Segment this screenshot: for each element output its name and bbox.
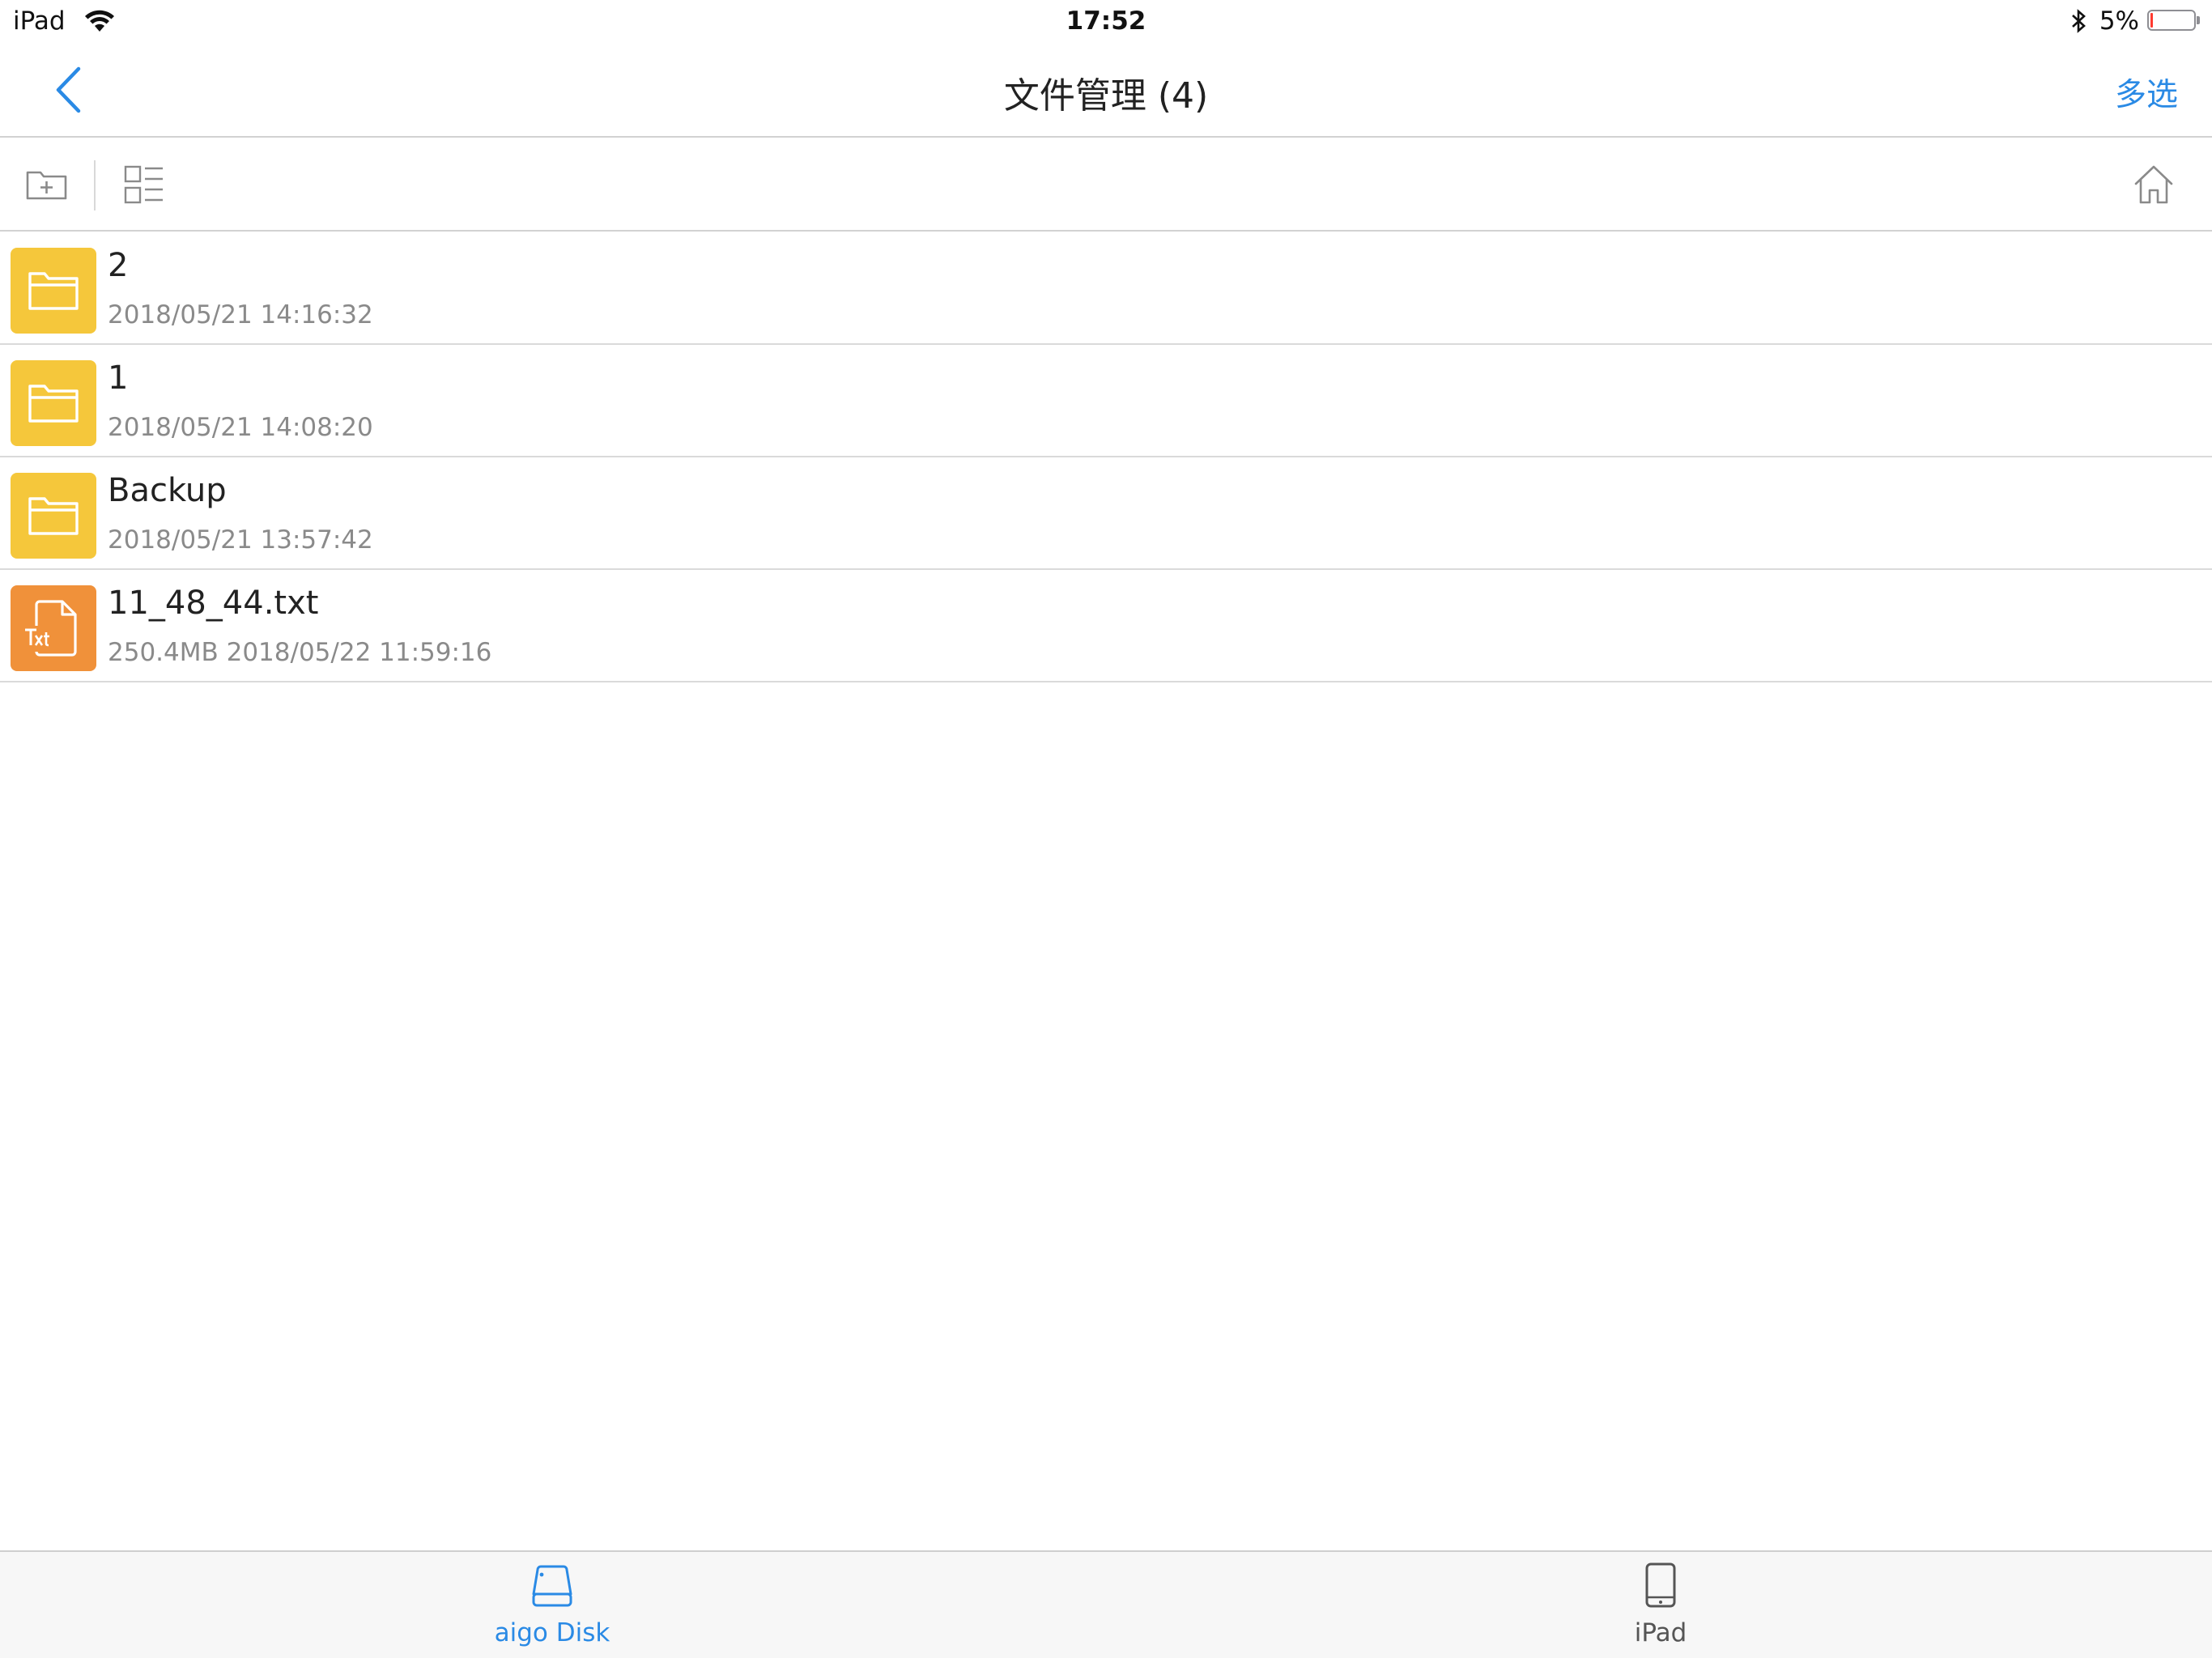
battery-icon [2147,10,2201,32]
folder-icon [11,248,96,334]
file-name: Backup [108,472,227,509]
file-row-2[interactable]: 2 2018/05/21 14:16:32 [0,232,2212,345]
home-button[interactable] [2131,162,2176,207]
file-meta: 2018/05/21 14:16:32 [108,300,373,329]
folder-icon [11,473,96,559]
tablet-icon [1645,1562,1676,1608]
nav-bar: 文件管理 (4) 多选 [0,44,2212,138]
toolbar [0,138,2212,232]
file-manager-screen: iPad 17:52 5% 文件管理 (4) 多选 2 2018/05/21 1… [0,0,2212,1658]
file-name: 1 [108,359,129,397]
multi-select-button[interactable]: 多选 [2115,70,2178,115]
new-folder-icon [26,171,67,200]
tab-label: iPad [1634,1618,1687,1647]
status-bar: iPad 17:52 5% [0,0,2212,44]
toolbar-divider [94,160,96,210]
tab-label: aigo Disk [494,1618,610,1647]
status-right: 5% [2069,6,2201,36]
tab-bar: aigo Disk iPad [0,1550,2212,1658]
file-row-backup[interactable]: Backup 2018/05/21 13:57:42 [0,457,2212,570]
bluetooth-icon [2071,9,2086,33]
battery-level [2150,13,2153,28]
folder-icon [11,360,96,446]
home-icon [2134,165,2173,204]
file-list: 2 2018/05/21 14:16:32 1 2018/05/21 14:08… [0,232,2212,682]
file-meta: 2018/05/21 13:57:42 [108,525,373,555]
file-meta: 2018/05/21 14:08:20 [108,413,373,442]
tab-aigo-disk[interactable]: aigo Disk [431,1562,674,1656]
file-row-1[interactable]: 1 2018/05/21 14:08:20 [0,345,2212,457]
file-row-txt[interactable]: 11_48_44.txt 250.4MB 2018/05/22 11:59:16 [0,570,2212,682]
disk-icon [532,1565,572,1607]
battery-percent: 5% [2099,6,2139,36]
page-title: 文件管理 (4) [1003,75,1209,117]
new-folder-button[interactable] [24,162,70,207]
tab-ipad[interactable]: iPad [1539,1562,1782,1656]
file-name: 11_48_44.txt [108,585,319,622]
file-meta: 250.4MB 2018/05/22 11:59:16 [108,638,492,667]
file-name: 2 [108,247,129,284]
txt-file-icon [11,585,96,671]
view-toggle-button[interactable] [121,162,167,207]
status-time: 17:52 [1066,6,1146,36]
list-view-icon [124,165,163,204]
